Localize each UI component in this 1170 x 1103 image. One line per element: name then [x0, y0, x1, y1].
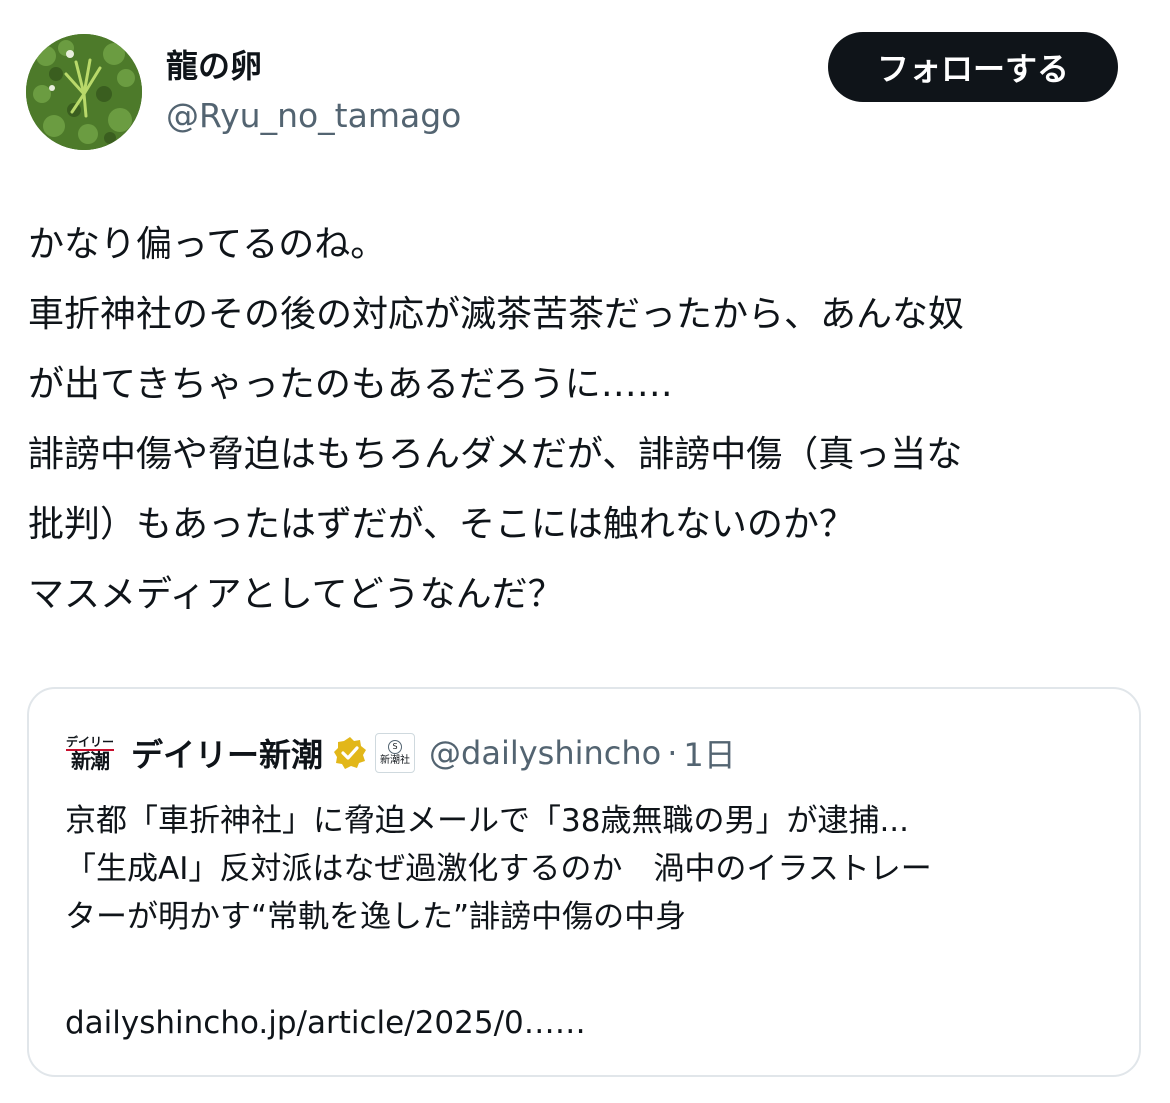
- avatar[interactable]: [26, 34, 142, 150]
- quote-text-line: 「生成AI」反対派はなぜ過激化するのか 渦中のイラストレー: [65, 851, 932, 887]
- logo-bottom-text: 新潮: [71, 748, 110, 773]
- quote-handle[interactable]: @dailyshincho: [429, 734, 661, 772]
- quote-timestamp[interactable]: 1日: [683, 730, 735, 776]
- quote-link[interactable]: dailyshincho.jp/article/2025/0……: [65, 999, 586, 1047]
- avatar-photo-icon: [26, 34, 142, 150]
- tweet-line: マスメディアとしてどうなんだ？: [28, 574, 564, 615]
- affiliate-badge-icon[interactable]: S 新潮社: [375, 733, 416, 773]
- tweet-line: 批判）もあったはずだが、そこには触れないのか？: [28, 504, 855, 545]
- follow-button[interactable]: フォローする: [828, 32, 1118, 102]
- user-handle[interactable]: @Ryu_no_tamago: [166, 94, 461, 138]
- quote-text-line: ターが明かす“常軌を逸した”誹謗中傷の中身: [65, 899, 687, 935]
- affiliate-label: 新潮社: [380, 755, 411, 766]
- separator-dot: ·: [667, 734, 678, 772]
- quote-display-name[interactable]: デイリー新潮: [131, 730, 323, 776]
- tweet-line: 誹謗中傷や脅迫はもちろんダメだが、誹謗中傷（真っ当な: [28, 434, 963, 475]
- tweet-line: 車折神社のその後の対応が滅茶苦茶だったから、あんな奴: [28, 294, 965, 335]
- quote-avatar-logo[interactable]: デイリー 新潮: [66, 730, 115, 776]
- tweet-line: かなり偏ってるのね。: [28, 224, 387, 265]
- quote-text: 京都「車折神社」に脅迫メールで「38歳無職の男」が逮捕... 「生成AI」反対派…: [65, 797, 1115, 941]
- quote-header: デイリー 新潮 デイリー新潮 S 新潮社 @dailyshincho · 1日: [66, 727, 736, 779]
- tweet-text: かなり偏ってるのね。 車折神社のその後の対応が滅茶苦茶だったから、あんな奴 が出…: [28, 210, 1138, 630]
- quote-tweet-card[interactable]: デイリー 新潮 デイリー新潮 S 新潮社 @dailyshincho · 1日 …: [27, 687, 1141, 1077]
- quote-text-line: 京都「車折神社」に脅迫メールで「38歳無職の男」が逮捕...: [65, 803, 910, 839]
- display-name[interactable]: 龍の卵: [166, 44, 262, 88]
- tweet-line: が出てきちゃったのもあるだろうに……: [28, 364, 673, 405]
- verified-badge-icon: [333, 736, 367, 770]
